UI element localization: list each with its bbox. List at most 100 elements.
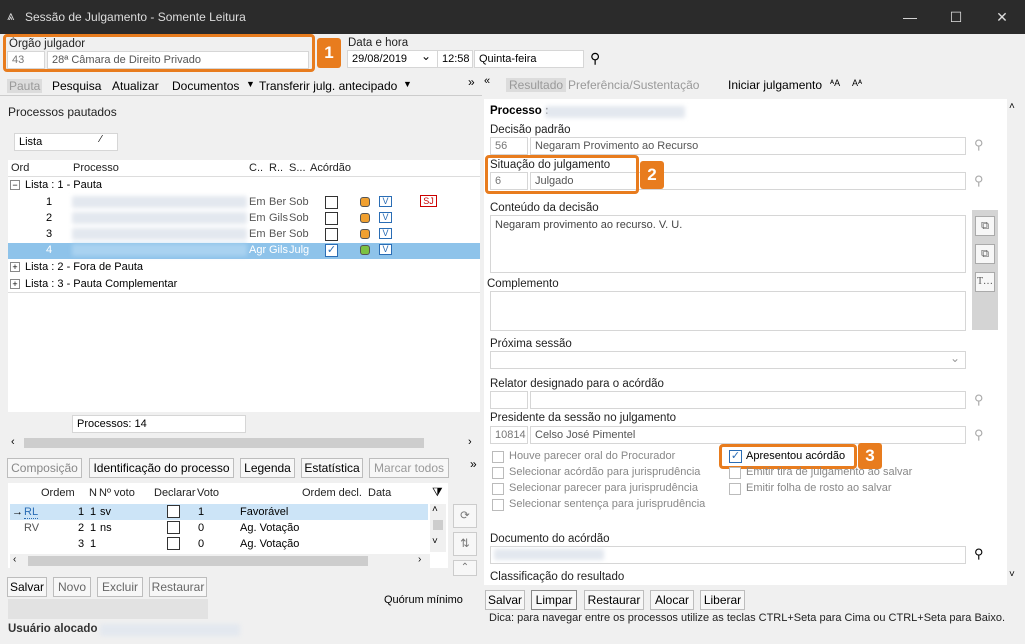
scroll-right-icon[interactable]: › <box>468 436 472 448</box>
group-row[interactable]: + Lista : 2 - Fora de Pauta <box>10 261 480 277</box>
overflow-chevron-icon[interactable]: « <box>484 75 490 87</box>
maximize-button[interactable]: ☐ <box>941 6 971 28</box>
scroll-thumb[interactable] <box>433 520 443 530</box>
limpar-button[interactable]: Limpar <box>531 590 577 610</box>
minimize-button[interactable]: — <box>895 6 925 28</box>
horizontal-scrollbar[interactable]: ‹ › <box>8 435 480 451</box>
font-decrease-icon[interactable]: Aᴬ <box>852 78 862 88</box>
alocar-button[interactable]: Alocar <box>650 590 694 610</box>
chevron-down-icon[interactable]: ⌄ <box>421 49 431 63</box>
tab-resultado[interactable]: Resultado <box>506 78 567 92</box>
search-icon[interactable]: ⚲ <box>974 173 984 189</box>
decisao-code-field[interactable]: 56 <box>490 137 528 155</box>
table-row[interactable]: 3 Em Ber Sob V <box>10 227 480 243</box>
voto-row-selected[interactable] <box>10 504 428 520</box>
conteudo-textarea[interactable]: Negaram provimento ao recurso. V. U. <box>490 215 966 273</box>
scroll-up-icon[interactable]: ˄ <box>432 504 438 515</box>
restaurar-button[interactable]: Restaurar <box>584 590 644 610</box>
declarar-checkbox[interactable] <box>167 537 180 550</box>
close-button[interactable]: ✕ <box>987 6 1017 28</box>
col-s[interactable]: S... <box>289 162 306 174</box>
scroll-right-icon[interactable]: › <box>418 554 421 565</box>
scroll-thumb[interactable] <box>24 438 424 448</box>
col-c[interactable]: C.. <box>249 162 263 174</box>
acordao-checkbox[interactable] <box>325 196 338 209</box>
transferir-menu[interactable]: Transferir julg. antecipado <box>259 79 397 93</box>
atualizar-button[interactable]: Atualizar <box>112 79 159 93</box>
scroll-thumb[interactable] <box>28 556 368 566</box>
proxima-select[interactable] <box>490 351 966 369</box>
restaurar-button[interactable]: Restaurar <box>149 577 207 597</box>
sel-parecer-checkbox[interactable] <box>492 483 504 495</box>
relator-code-field[interactable] <box>490 391 528 409</box>
col-nvoto[interactable]: Nº voto <box>99 487 135 499</box>
col-declarar[interactable]: Declarar <box>154 487 196 499</box>
scroll-down-icon[interactable]: ˅ <box>432 536 438 547</box>
acordao-checkbox[interactable] <box>325 212 338 225</box>
search-icon[interactable]: ⚲ <box>974 392 984 408</box>
font-increase-icon[interactable]: ᴬA <box>830 78 840 88</box>
salvar-button[interactable]: Salvar <box>7 577 47 597</box>
tab-estatistica[interactable]: Estatística <box>301 458 363 478</box>
acordao-checkbox-checked[interactable]: ✓ <box>325 244 338 257</box>
chevron-down-icon[interactable]: ⌄ <box>950 351 960 365</box>
transferir-dropdown-icon[interactable]: ▼ <box>403 79 412 89</box>
collapse-icon[interactable]: − <box>10 180 20 190</box>
col-ord[interactable]: Ord <box>11 162 29 174</box>
view-select[interactable]: Lista <box>14 133 118 151</box>
sel-acordao-checkbox[interactable] <box>492 467 504 479</box>
view-select-arrow-icon[interactable]: ⁄ <box>100 134 102 145</box>
copy-icon[interactable]: ⧉ <box>975 216 995 236</box>
votos-hscroll[interactable]: ‹ › <box>10 554 430 568</box>
paste-icon[interactable]: ⧉ <box>975 244 995 264</box>
time-field[interactable]: 12:58 <box>437 50 473 68</box>
novo-button[interactable]: Novo <box>53 577 91 597</box>
declarar-checkbox[interactable] <box>167 521 180 534</box>
move-up-icon[interactable]: ⌃ <box>453 560 477 576</box>
votos-vscroll[interactable]: ˄ ˅ <box>430 504 446 552</box>
col-r[interactable]: R.. <box>269 162 283 174</box>
search-icon[interactable]: ⚲ <box>974 137 984 153</box>
parecer-oral-checkbox[interactable] <box>492 451 504 463</box>
text-format-icon[interactable]: T… <box>975 272 995 292</box>
tab-identificacao[interactable]: Identificação do processo <box>89 458 234 478</box>
relator-name-field[interactable] <box>530 391 966 409</box>
tab-preferencia[interactable]: Preferência/Sustentação <box>568 78 699 92</box>
documentos-dropdown-icon[interactable]: ▼ <box>246 79 255 89</box>
scroll-up-icon[interactable]: ˄ <box>1009 101 1015 112</box>
scroll-left-icon[interactable]: ‹ <box>13 554 16 565</box>
search-icon[interactable]: ⚲ <box>590 50 600 67</box>
complemento-textarea[interactable] <box>490 291 966 331</box>
col-acordao[interactable]: Acórdão <box>310 162 351 174</box>
col-data[interactable]: Data <box>368 487 391 499</box>
scroll-left-icon[interactable]: ‹ <box>11 436 15 448</box>
pesquisa-button[interactable]: Pesquisa <box>52 79 101 93</box>
col-voto[interactable]: Voto <box>197 487 219 499</box>
salvar-button[interactable]: Salvar <box>485 590 525 610</box>
emitir-tira-checkbox[interactable] <box>729 467 741 479</box>
emitir-folha-checkbox[interactable] <box>729 483 741 495</box>
col-ordem-decl[interactable]: Ordem decl. <box>302 487 362 499</box>
declarar-checkbox[interactable] <box>167 505 180 518</box>
textarea-scroll[interactable] <box>954 216 965 272</box>
presidente-code-field[interactable]: 10814 <box>490 426 528 444</box>
tab-composicao[interactable]: Composição <box>7 458 82 478</box>
group-row[interactable]: − Lista : 1 - Pauta <box>10 179 480 195</box>
documentos-menu[interactable]: Documentos <box>172 79 239 93</box>
liberar-button[interactable]: Liberar <box>700 590 745 610</box>
refresh-icon[interactable]: ⟳ <box>453 504 477 528</box>
overflow-chevron-icon[interactable]: » <box>470 457 477 471</box>
col-n[interactable]: N <box>89 487 97 499</box>
marcar-todos-button[interactable]: Marcar todos <box>369 458 449 478</box>
table-row[interactable]: 2 Em Gils Sob V <box>10 211 480 227</box>
overflow-chevron-icon[interactable]: » <box>468 75 475 89</box>
decisao-text-field[interactable]: Negaram Provimento ao Recurso <box>530 137 966 155</box>
expand-icon[interactable]: + <box>10 279 20 289</box>
tab-legenda[interactable]: Legenda <box>240 458 295 478</box>
scroll-down-icon[interactable]: ˅ <box>1009 569 1015 580</box>
col-ordem[interactable]: Ordem <box>41 487 75 499</box>
sel-sentenca-checkbox[interactable] <box>492 499 504 511</box>
tab-pauta[interactable]: Pauta <box>7 79 43 93</box>
iniciar-julgamento-button[interactable]: Iniciar julgamento <box>728 78 822 92</box>
table-row-selected[interactable]: 4 Agr Gils Julg ✓ V <box>8 243 480 259</box>
